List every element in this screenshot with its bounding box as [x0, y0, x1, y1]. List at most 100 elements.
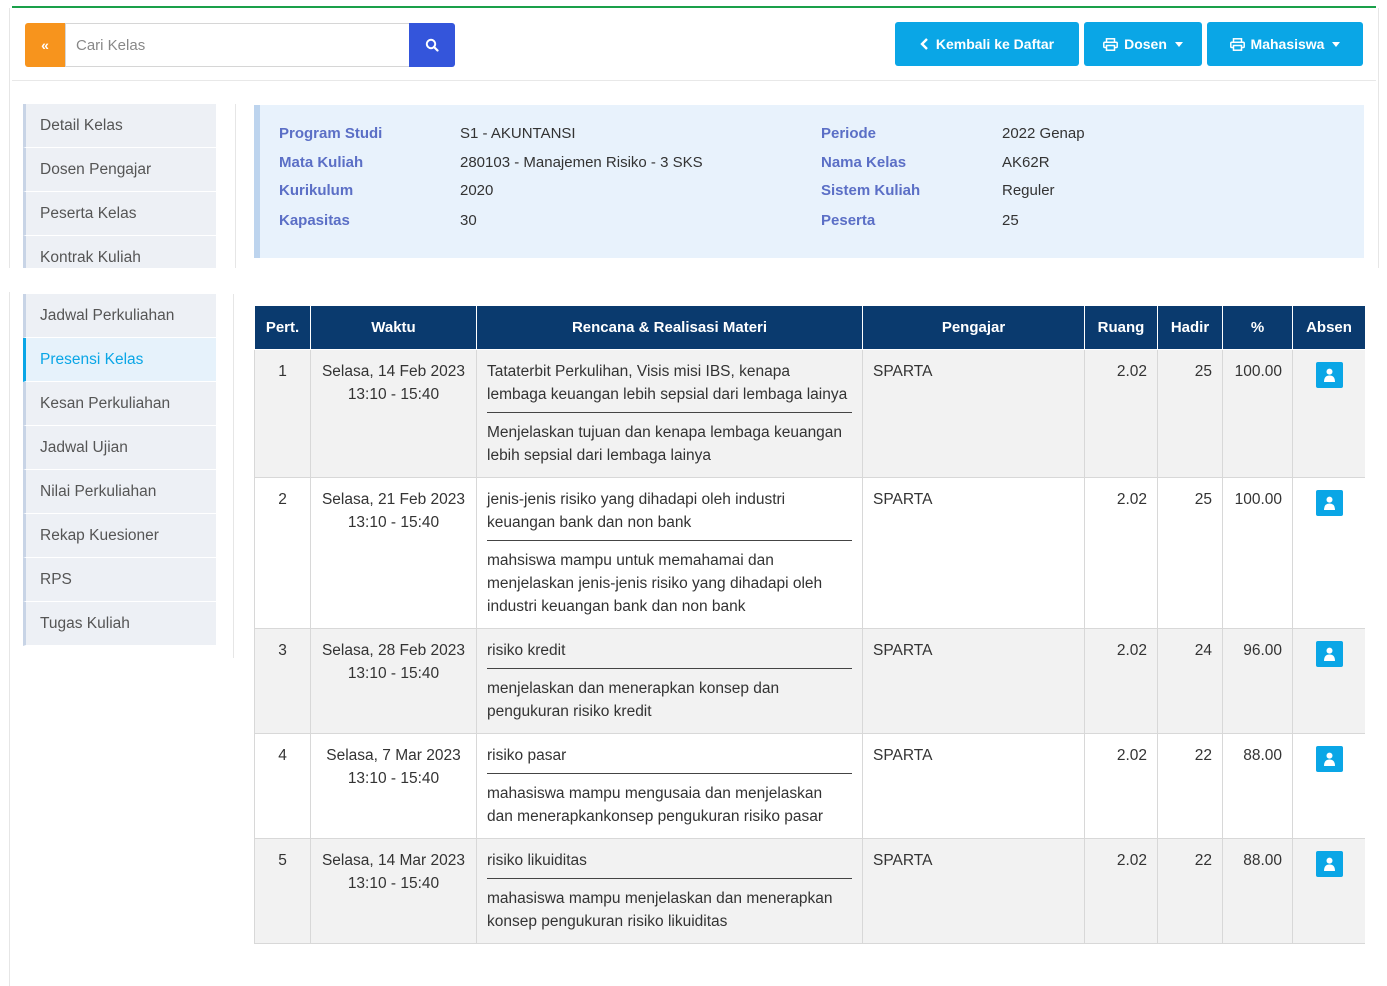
sidebar-item-dosen-pengajar[interactable]: Dosen Pengajar: [23, 148, 216, 192]
cell-pengajar: SPARTA: [862, 838, 1085, 944]
sidebar-menu-bottom: Jadwal Perkuliahan Presensi Kelas Kesan …: [23, 294, 216, 646]
sidebar-item-jadwal-ujian[interactable]: Jadwal Ujian: [23, 426, 216, 470]
cell-persen: 100.00: [1222, 349, 1293, 478]
cell-jam: 13:10 - 15:40: [347, 386, 440, 403]
cell-ruang: 2.02: [1084, 733, 1158, 839]
mata-kuliah-value: 280103 - Manajemen Risiko - 3 SKS: [460, 154, 703, 171]
sidebar-item-kontrak-kuliah[interactable]: Kontrak Kuliah: [23, 236, 216, 268]
cell-pengajar: SPARTA: [862, 733, 1085, 839]
header-pert: Pert.: [254, 305, 311, 350]
kapasitas-label: Kapasitas: [279, 212, 350, 229]
search-icon: [425, 38, 439, 52]
cell-hadir: 24: [1157, 628, 1223, 734]
cell-absen: [1292, 628, 1365, 734]
cell-jam: 13:10 - 15:40: [347, 665, 440, 682]
cell-jam: 13:10 - 15:40: [347, 514, 440, 531]
cell-rencana: risiko pasar: [487, 744, 852, 774]
cell-ruang: 2.02: [1084, 838, 1158, 944]
cell-pert: 3: [254, 628, 311, 734]
sidebar-item-detail-kelas[interactable]: Detail Kelas: [23, 104, 216, 148]
sidebar-item-presensi-kelas[interactable]: Presensi Kelas: [23, 338, 216, 382]
cell-persen: 88.00: [1222, 838, 1293, 944]
print-icon: [1103, 37, 1119, 51]
section-gap: [0, 268, 1387, 292]
back-to-list-label: Kembali ke Daftar: [935, 36, 1055, 52]
sidebar-item-rekap-kuesioner[interactable]: Rekap Kuesioner: [23, 514, 216, 558]
divider: [233, 294, 234, 658]
table-row: 3 Selasa, 28 Feb 2023 13:10 - 15:40 risik…: [254, 628, 1365, 734]
table-row: 5 Selasa, 14 Mar 2023 13:10 - 15:40 risik…: [254, 838, 1365, 944]
cell-ruang: 2.02: [1084, 349, 1158, 478]
kurikulum-value: 2020: [460, 182, 494, 199]
attendance-table: Pert. Waktu Rencana & Realisasi Materi P…: [254, 305, 1365, 944]
cell-rencana: jenis-jenis risiko yang dihadapi oleh in…: [487, 488, 852, 541]
cell-materi: risiko pasar mahasiswa mampu mengusaia da…: [476, 733, 863, 839]
user-icon: [1323, 752, 1335, 766]
cell-tanggal: Selasa, 21 Feb 2023: [321, 491, 466, 508]
header-hadir: Hadir: [1157, 305, 1223, 350]
search-button[interactable]: [409, 23, 455, 67]
sidebar-item-kesan-perkuliahan[interactable]: Kesan Perkuliahan: [23, 382, 216, 426]
sidebar-item-jadwal-perkuliahan[interactable]: Jadwal Perkuliahan: [23, 294, 216, 338]
cell-waktu: Selasa, 28 Feb 2023 13:10 - 15:40: [310, 628, 477, 734]
cell-hadir: 22: [1157, 838, 1223, 944]
header-ruang: Ruang: [1084, 305, 1158, 350]
cell-ruang: 2.02: [1084, 477, 1158, 629]
user-icon: [1323, 857, 1335, 871]
cell-realisasi: mahsiswa mampu untuk memahamai dan menje…: [487, 552, 823, 615]
print-icon: [1229, 37, 1245, 51]
cell-materi: Tataterbit Perkulihan, Visis misi IBS, k…: [476, 349, 863, 478]
cell-waktu: Selasa, 21 Feb 2023 13:10 - 15:40: [310, 477, 477, 629]
dosen-label: Dosen: [1124, 36, 1167, 52]
collapse-sidebar-button[interactable]: «: [25, 23, 65, 67]
cell-tanggal: Selasa, 14 Mar 2023: [321, 852, 466, 869]
absen-button[interactable]: [1315, 490, 1343, 516]
cell-waktu: Selasa, 14 Feb 2023 13:10 - 15:40: [310, 349, 477, 478]
cell-realisasi: Menjelaskan tujuan dan kenapa lembaga ke…: [487, 424, 843, 464]
sidebar-item-rps[interactable]: RPS: [23, 558, 216, 602]
cell-hadir: 22: [1157, 733, 1223, 839]
cell-hadir: 25: [1157, 349, 1223, 478]
header-persen: %: [1222, 305, 1293, 350]
class-info-panel: Program Studi S1 - AKUNTANSI Mata Kuliah…: [254, 105, 1364, 258]
table-header-row: Pert. Waktu Rencana & Realisasi Materi P…: [254, 305, 1365, 350]
mata-kuliah-label: Mata Kuliah: [279, 154, 364, 171]
cell-pert: 1: [254, 349, 311, 478]
nama-kelas-value: AK62R: [1002, 154, 1050, 171]
cell-hadir: 25: [1157, 477, 1223, 629]
divider: [235, 104, 236, 268]
mahasiswa-dropdown-button[interactable]: Mahasiswa: [1207, 22, 1363, 66]
nama-kelas-label: Nama Kelas: [821, 154, 907, 171]
kurikulum-label: Kurikulum: [279, 182, 354, 199]
program-studi-value: S1 - AKUNTANSI: [460, 125, 576, 142]
absen-button[interactable]: [1315, 851, 1343, 877]
periode-label: Periode: [821, 125, 877, 142]
kapasitas-value: 30: [460, 212, 477, 229]
user-icon: [1323, 368, 1335, 382]
absen-button[interactable]: [1315, 641, 1343, 667]
sidebar-item-tugas-kuliah[interactable]: Tugas Kuliah: [23, 602, 216, 646]
cell-realisasi: mahasiswa mampu mengusaia dan menjelaska…: [487, 785, 824, 825]
back-to-list-button[interactable]: Kembali ke Daftar: [895, 22, 1079, 66]
cell-persen: 100.00: [1222, 477, 1293, 629]
sidebar-item-peserta-kelas[interactable]: Peserta Kelas: [23, 192, 216, 236]
cell-ruang: 2.02: [1084, 628, 1158, 734]
cell-waktu: Selasa, 14 Mar 2023 13:10 - 15:40: [310, 838, 477, 944]
chevron-left-icon: [920, 38, 928, 50]
sistem-kuliah-value: Reguler: [1002, 182, 1055, 199]
sidebar-item-nilai-perkuliahan[interactable]: Nilai Perkuliahan: [23, 470, 216, 514]
cell-jam: 13:10 - 15:40: [347, 770, 440, 787]
sidebar-menu-top: Detail Kelas Dosen Pengajar Peserta Kela…: [23, 104, 216, 268]
cell-materi: risiko likuiditas mahasiswa mampu menjela…: [476, 838, 863, 944]
cell-pert: 2: [254, 477, 311, 629]
cell-absen: [1292, 477, 1365, 629]
cell-pert: 4: [254, 733, 311, 839]
dosen-dropdown-button[interactable]: Dosen: [1084, 22, 1202, 66]
cell-persen: 88.00: [1222, 733, 1293, 839]
absen-button[interactable]: [1315, 746, 1343, 772]
search-input[interactable]: [65, 23, 410, 67]
user-icon: [1323, 647, 1335, 661]
cell-pengajar: SPARTA: [862, 628, 1085, 734]
absen-button[interactable]: [1315, 362, 1343, 388]
cell-persen: 96.00: [1222, 628, 1293, 734]
